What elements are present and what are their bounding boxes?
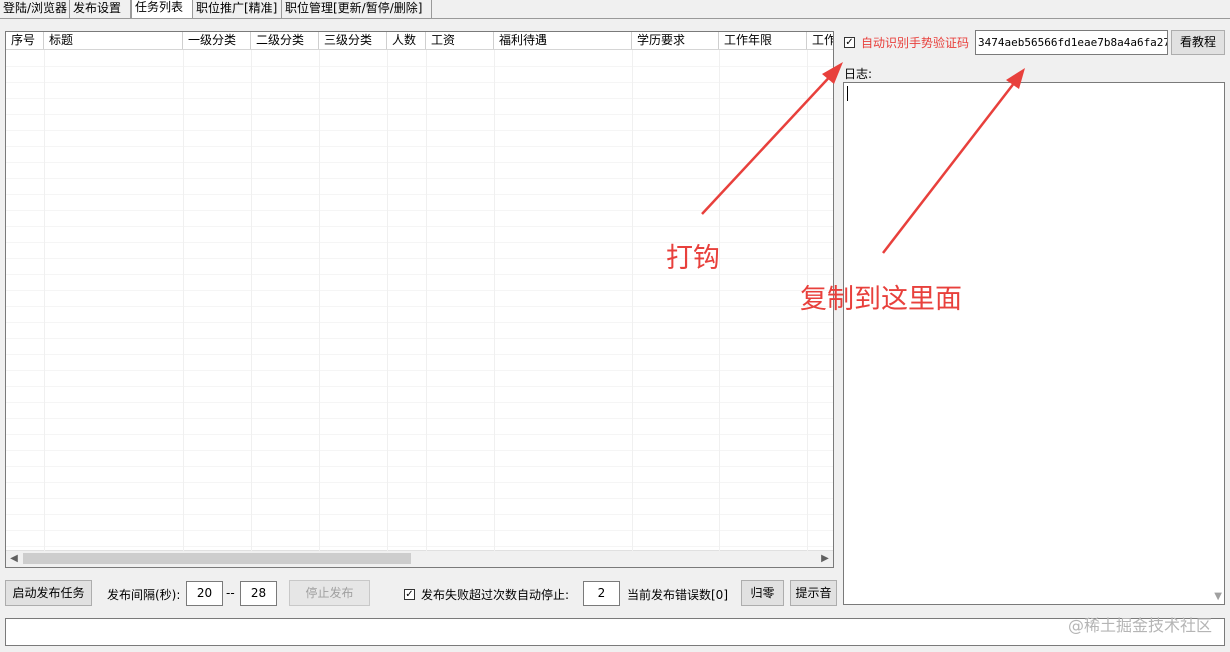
tab-login-browser[interactable]: 登陆/浏览器: [0, 0, 70, 18]
empty-row-line: [6, 178, 833, 179]
sound-button[interactable]: 提示音: [790, 580, 837, 606]
auto-captcha-label: 自动识别手势验证码: [861, 35, 970, 50]
empty-row-line: [6, 466, 833, 467]
empty-row-line: [6, 146, 833, 147]
task-list-view[interactable]: 序号 标题 一级分类 二级分类 三级分类 人数 工资 福利待遇 学历要求 工作年…: [5, 31, 834, 568]
captcha-key-input[interactable]: 3474aeb56566fd1eae7b8a4a6fa27102: [975, 30, 1168, 55]
empty-row-line: [6, 162, 833, 163]
log-label: 日志:: [844, 67, 873, 81]
column-header-benefits[interactable]: 福利待遇: [494, 32, 632, 49]
empty-row-line: [6, 114, 833, 115]
tab-label: 职位管理[更新/暂停/删除]: [285, 1, 423, 15]
column-grid-line: [632, 50, 633, 552]
empty-row-line: [6, 402, 833, 403]
auto-captcha-option[interactable]: ✓ 自动识别手势验证码: [844, 34, 969, 50]
scroll-right-icon[interactable]: ▶: [817, 551, 833, 567]
annotation-check-hint: 打钩: [666, 243, 720, 274]
tab-label: 职位推广[精准]: [196, 1, 278, 15]
horizontal-scrollbar[interactable]: ◀ ▶: [6, 550, 833, 567]
watermark: @稀土掘金技术社区: [1067, 616, 1212, 635]
scroll-thumb[interactable]: [23, 553, 411, 564]
status-bar: [5, 618, 1225, 646]
empty-row-line: [6, 290, 833, 291]
tab-job-promotion[interactable]: 职位推广[精准]: [193, 0, 282, 18]
empty-row-line: [6, 514, 833, 515]
empty-row-line: [6, 418, 833, 419]
scroll-left-icon[interactable]: ◀: [6, 551, 22, 567]
start-publish-button[interactable]: 启动发布任务: [5, 580, 92, 606]
empty-row-line: [6, 226, 833, 227]
interval-max-input[interactable]: 28: [240, 581, 277, 606]
auto-stop-checkbox[interactable]: ✓: [404, 588, 415, 600]
empty-row-line: [6, 66, 833, 67]
column-header-experience[interactable]: 工作年限: [719, 32, 807, 49]
empty-row-line: [6, 82, 833, 83]
tab-label: 发布设置: [73, 1, 122, 15]
column-header-title[interactable]: 标题: [44, 32, 183, 49]
scroll-down-icon[interactable]: ▼: [1214, 591, 1222, 602]
column-header-salary[interactable]: 工资: [426, 32, 494, 49]
column-header-category-2[interactable]: 二级分类: [251, 32, 319, 49]
column-header-index[interactable]: 序号: [6, 32, 44, 49]
auto-captcha-checkbox[interactable]: ✓: [844, 36, 855, 48]
interval-min-input[interactable]: 20: [186, 581, 223, 606]
empty-row-line: [6, 450, 833, 451]
tab-divider: [0, 18, 1230, 19]
tab-job-management[interactable]: 职位管理[更新/暂停/删除]: [282, 0, 432, 18]
column-grid-line: [44, 50, 45, 552]
auto-stop-count-input[interactable]: 2: [583, 581, 620, 606]
empty-row-line: [6, 370, 833, 371]
tutorial-button[interactable]: 看教程: [1171, 30, 1225, 55]
tab-label: 登陆/浏览器: [3, 1, 68, 15]
tab-task-list[interactable]: 任务列表: [131, 0, 193, 18]
log-textarea[interactable]: ▼: [843, 82, 1225, 605]
empty-row-line: [6, 386, 833, 387]
empty-row-line: [6, 98, 833, 99]
error-count-label: 当前发布错误数[0]: [627, 588, 728, 602]
column-grid-line: [387, 50, 388, 552]
column-grid-line: [494, 50, 495, 552]
column-header-category-1[interactable]: 一级分类: [183, 32, 251, 49]
interval-label: 发布间隔(秒):: [107, 588, 181, 602]
empty-row-line: [6, 482, 833, 483]
empty-row-line: [6, 322, 833, 323]
tab-publish-settings[interactable]: 发布设置: [70, 0, 131, 18]
auto-stop-option[interactable]: ✓ 发布失败超过次数自动停止:: [404, 586, 569, 602]
empty-row-line: [6, 530, 833, 531]
empty-row-line: [6, 338, 833, 339]
column-header-headcount[interactable]: 人数: [387, 32, 426, 49]
column-grid-line: [251, 50, 252, 552]
column-grid-line: [319, 50, 320, 552]
auto-stop-label: 发布失败超过次数自动停止:: [421, 587, 570, 602]
reset-button[interactable]: 归零: [741, 580, 784, 606]
column-grid-line: [183, 50, 184, 552]
tab-label: 任务列表: [135, 0, 184, 14]
empty-row-line: [6, 434, 833, 435]
empty-row-line: [6, 194, 833, 195]
table-header: 序号 标题 一级分类 二级分类 三级分类 人数 工资 福利待遇 学历要求 工作年…: [6, 32, 833, 50]
table-body: [6, 50, 833, 552]
column-header-education[interactable]: 学历要求: [632, 32, 719, 49]
empty-row-line: [6, 306, 833, 307]
empty-row-line: [6, 210, 833, 211]
tab-bar: 登陆/浏览器 发布设置 任务列表 职位推广[精准] 职位管理[更新/暂停/删除]: [0, 0, 1230, 19]
stop-publish-button[interactable]: 停止发布: [289, 580, 370, 606]
column-header-work[interactable]: 工作: [807, 32, 833, 49]
interval-separator: --: [226, 586, 235, 600]
annotation-copy-hint: 复制到这里面: [800, 284, 962, 315]
empty-row-line: [6, 498, 833, 499]
column-grid-line: [426, 50, 427, 552]
empty-row-line: [6, 354, 833, 355]
column-header-category-3[interactable]: 三级分类: [319, 32, 387, 49]
column-grid-line: [719, 50, 720, 552]
empty-row-line: [6, 130, 833, 131]
text-caret: [847, 86, 848, 101]
empty-row-line: [6, 546, 833, 547]
